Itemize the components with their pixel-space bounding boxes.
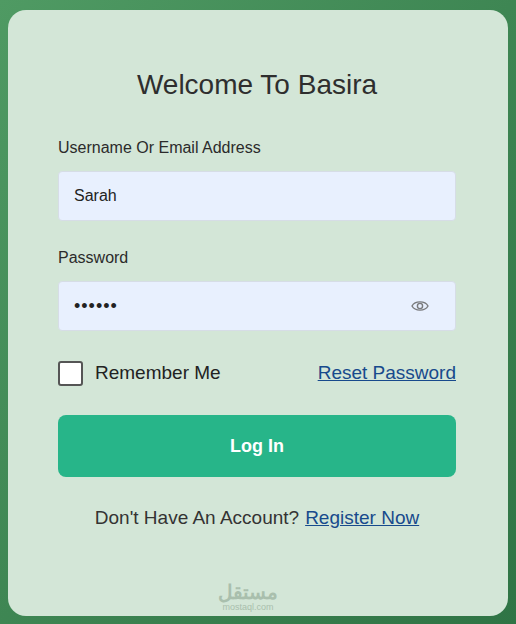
page-title: Welcome To Basira	[58, 68, 456, 102]
password-field[interactable]: ••••••	[58, 281, 456, 331]
register-link[interactable]: Register Now	[305, 504, 419, 532]
watermark-sub: mostaql.com	[222, 603, 273, 612]
remember-label[interactable]: Remember Me	[95, 360, 221, 386]
remember-checkbox[interactable]	[58, 361, 83, 386]
register-prompt: Don't Have An Account?	[95, 504, 299, 532]
remember-row[interactable]: Remember Me	[58, 360, 221, 386]
login-card: Welcome To Basira Username Or Email Addr…	[8, 10, 508, 616]
watermark-text: مستقل	[218, 582, 278, 602]
username-label: Username Or Email Address	[58, 136, 456, 160]
register-row: Don't Have An Account? Register Now	[58, 504, 456, 532]
reset-password-link[interactable]: Reset Password	[318, 360, 456, 386]
options-row: Remember Me Reset Password	[58, 360, 456, 386]
username-input[interactable]	[58, 171, 456, 221]
password-input[interactable]: ••••••	[74, 293, 118, 320]
login-button[interactable]: Log In	[58, 415, 456, 477]
password-label: Password	[58, 246, 456, 270]
watermark: مستقل mostaql.com	[218, 582, 278, 612]
eye-icon[interactable]	[411, 299, 429, 313]
